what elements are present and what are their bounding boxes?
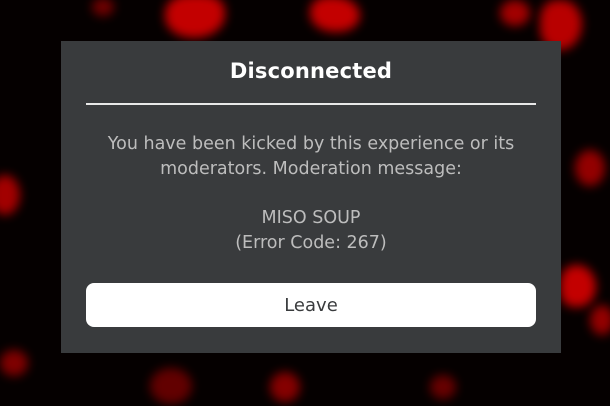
dialog-title: Disconnected	[229, 59, 393, 83]
background-blob	[0, 350, 28, 376]
background-blob	[575, 150, 605, 186]
background-blob	[310, 0, 360, 32]
moderation-text: MISO SOUP	[261, 208, 361, 228]
error-code: (Error Code: 267)	[235, 233, 387, 253]
background-blob	[150, 368, 192, 404]
title-divider	[86, 103, 536, 105]
background-blob	[165, 0, 225, 38]
background-blob	[590, 305, 610, 335]
background-blob	[92, 0, 114, 16]
background-blob	[500, 0, 530, 26]
background-blob	[560, 265, 596, 307]
moderation-reason: MISO SOUP (Error Code: 267)	[91, 206, 531, 256]
kick-message: You have been kicked by this experience …	[107, 134, 515, 179]
leave-button[interactable]: Leave	[86, 283, 536, 327]
background-blob	[0, 175, 20, 215]
game-viewport-background: Disconnected You have been kicked by thi…	[0, 0, 610, 406]
background-blob	[430, 375, 456, 399]
disconnected-dialog: Disconnected You have been kicked by thi…	[61, 41, 561, 353]
background-blob	[270, 372, 300, 402]
